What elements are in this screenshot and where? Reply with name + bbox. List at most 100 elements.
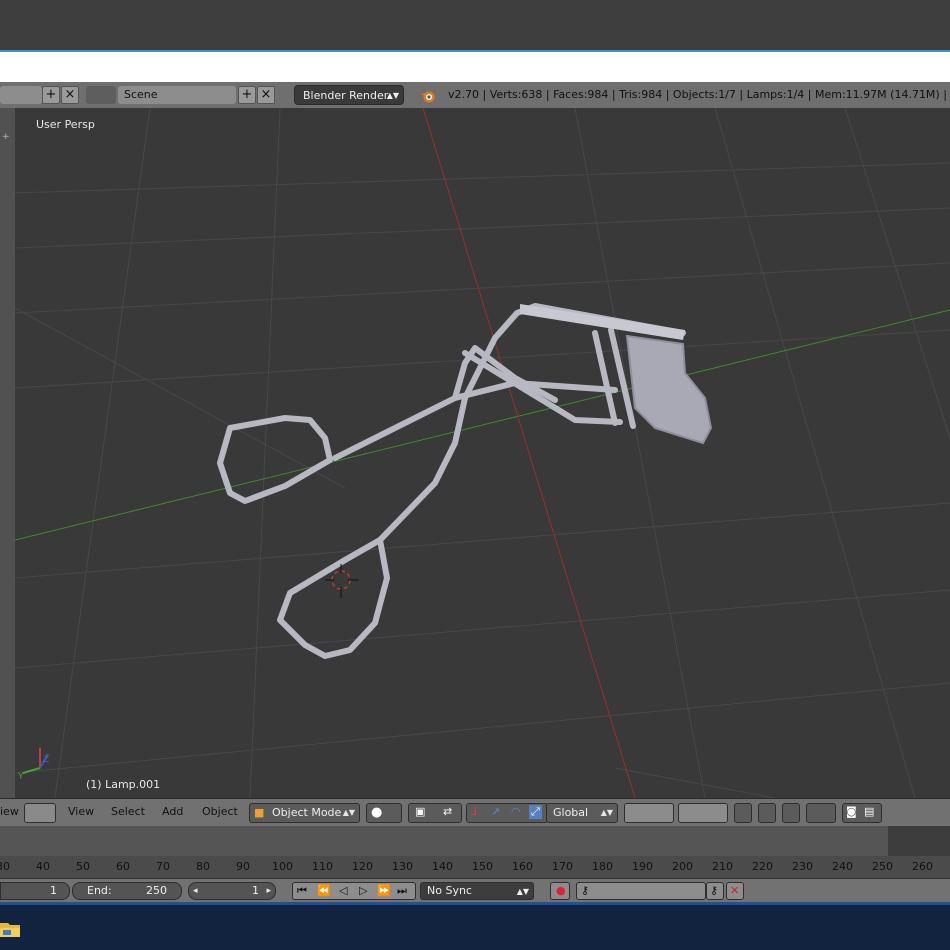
tick-240: 240 — [832, 860, 853, 873]
next-keyframe-icon[interactable]: ⏩ — [377, 883, 391, 899]
timeline-ruler[interactable]: 30 40 50 60 70 80 90 100 110 120 130 140… — [0, 856, 950, 878]
3d-view-header: iew View Select Add Object ■ Object Mode… — [0, 798, 950, 827]
start-frame-field[interactable]: 1 — [0, 882, 70, 900]
orientation-dropdown[interactable]: Global ▲▼ — [546, 803, 618, 823]
tick-110: 110 — [312, 860, 333, 873]
end-frame-field[interactable]: End: 250 — [72, 882, 182, 900]
chevron-updown-icon: ▲▼ — [342, 808, 355, 817]
mode-dropdown[interactable]: ■ Object Mode ▲▼ — [249, 803, 360, 823]
viewport-canvas[interactable]: Z Y — [15, 108, 950, 798]
playback-controls[interactable]: ⏮ ⏪ ◁ ▷ ⏩ ⏭ — [292, 882, 416, 900]
viewport-shading-dropdown[interactable]: ● — [366, 803, 402, 823]
blender-logo-icon — [421, 91, 435, 103]
expand-plus-icon[interactable]: + — [2, 132, 10, 142]
current-frame-field[interactable]: ◂ 1 ▸ — [188, 882, 276, 900]
eyelash-curler-model[interactable] — [217, 303, 686, 659]
translate-icon[interactable]: ↗ — [491, 805, 500, 818]
menu-add[interactable]: Add — [162, 805, 183, 818]
pivot-point-dropdown[interactable]: ▣ ⇄ — [408, 803, 462, 823]
increment-arrow-icon[interactable]: ▸ — [266, 883, 271, 899]
tick-30: 30 — [0, 860, 10, 873]
tick-160: 160 — [512, 860, 533, 873]
file-explorer-icon[interactable] — [0, 920, 22, 938]
transform-manipulators[interactable]: ⅃ ↗ ◠ ⤢ — [466, 803, 548, 823]
window-titlebar — [0, 52, 950, 82]
tick-210: 210 — [712, 860, 733, 873]
axis-y-label: Y — [17, 772, 24, 782]
taskbar-accent — [0, 902, 950, 905]
play-reverse-icon[interactable]: ◁ — [339, 883, 347, 899]
menu-cut-view[interactable]: iew — [0, 805, 19, 818]
rotate-icon[interactable]: ◠ — [511, 805, 521, 818]
layer-buttons-b[interactable] — [678, 803, 728, 823]
snap-element-dropdown[interactable] — [806, 803, 836, 823]
menu-object[interactable]: Object — [202, 805, 238, 818]
screen-layout-field[interactable] — [0, 86, 42, 104]
insert-keyframe-button[interactable]: ⚷ — [706, 882, 724, 900]
delete-scene-button[interactable]: × — [257, 86, 275, 104]
axis-gizmo: Z Y — [17, 748, 49, 782]
render-buttons[interactable]: ◙ ▤ — [842, 803, 882, 823]
delete-keyframe-button[interactable]: ✕ — [726, 882, 744, 900]
camera-icon[interactable]: ◙ — [846, 805, 857, 818]
tick-200: 200 — [672, 860, 693, 873]
chevron-updown-icon: ▲▼ — [600, 808, 613, 817]
render-engine-dropdown[interactable]: Blender Render ▲▼ — [294, 85, 404, 105]
delete-key-icon: ✕ — [730, 884, 740, 897]
add-scene-button[interactable]: + — [238, 86, 256, 104]
solid-sphere-icon: ● — [371, 805, 383, 820]
start-frame-value: 1 — [50, 884, 57, 897]
delete-screen-button[interactable]: × — [61, 86, 79, 104]
3d-viewport[interactable]: Z Y — [15, 108, 950, 798]
tick-250: 250 — [872, 860, 893, 873]
play-icon[interactable]: ▷ — [359, 883, 367, 899]
end-frame-label: End: — [87, 884, 112, 897]
curler-pad[interactable] — [625, 334, 713, 445]
scene-name-field[interactable]: Scene — [118, 86, 236, 104]
timeline-track[interactable] — [0, 826, 950, 856]
tick-190: 190 — [632, 860, 653, 873]
active-object-label: (1) Lamp.001 — [86, 778, 161, 791]
layer-buttons-a[interactable] — [624, 803, 674, 823]
sync-mode-dropdown[interactable]: No Sync ▲▼ — [420, 882, 534, 900]
add-screen-button[interactable]: + — [42, 86, 60, 104]
sync-mode-label: No Sync — [427, 884, 472, 897]
tick-60: 60 — [116, 860, 130, 873]
timeline-header: 1 End: 250 ◂ 1 ▸ ⏮ ⏪ ◁ ▷ ⏩ ⏭ No Sync ▲▼ … — [0, 878, 950, 903]
scene-type-icon[interactable] — [86, 86, 116, 104]
tick-120: 120 — [352, 860, 373, 873]
editor-type-icon[interactable] — [24, 803, 56, 823]
timeline-end-region — [888, 826, 950, 856]
menu-view[interactable]: View — [68, 805, 94, 818]
proportional-edit-icon[interactable] — [758, 803, 776, 823]
prev-keyframe-icon[interactable]: ⏪ — [317, 883, 331, 899]
lock-layers-icon[interactable] — [734, 803, 752, 823]
menu-select[interactable]: Select — [111, 805, 145, 818]
jump-end-icon[interactable]: ⏭ — [397, 883, 407, 899]
key-icon: ⚷ — [581, 884, 590, 897]
tick-140: 140 — [432, 860, 453, 873]
chevron-updown-icon: ▲▼ — [516, 887, 529, 896]
record-button[interactable]: ● — [550, 882, 570, 900]
snap-toggle-icon[interactable] — [782, 803, 800, 823]
tool-shelf-collapsed[interactable]: + — [0, 108, 16, 798]
tick-230: 230 — [792, 860, 813, 873]
scale-icon[interactable]: ⤢ — [529, 805, 542, 819]
tick-170: 170 — [552, 860, 573, 873]
current-frame-value: 1 — [252, 884, 259, 897]
keying-set-field[interactable]: ⚷ — [576, 882, 706, 900]
manipulator-toggle-icon[interactable]: ⇄ — [443, 805, 452, 818]
x-axis-line — [422, 108, 636, 798]
jump-start-icon[interactable]: ⏮ — [297, 883, 307, 899]
clapper-icon[interactable]: ▤ — [864, 805, 874, 818]
tick-40: 40 — [36, 860, 50, 873]
end-frame-value: 250 — [146, 884, 167, 897]
tick-150: 150 — [472, 860, 493, 873]
tick-100: 100 — [272, 860, 293, 873]
tick-80: 80 — [196, 860, 210, 873]
tick-180: 180 — [592, 860, 613, 873]
decrement-arrow-icon[interactable]: ◂ — [193, 883, 198, 899]
curler-top-bar[interactable] — [520, 304, 685, 340]
manipulator-axes-icon[interactable]: ⅃ — [471, 805, 477, 818]
tick-50: 50 — [76, 860, 90, 873]
